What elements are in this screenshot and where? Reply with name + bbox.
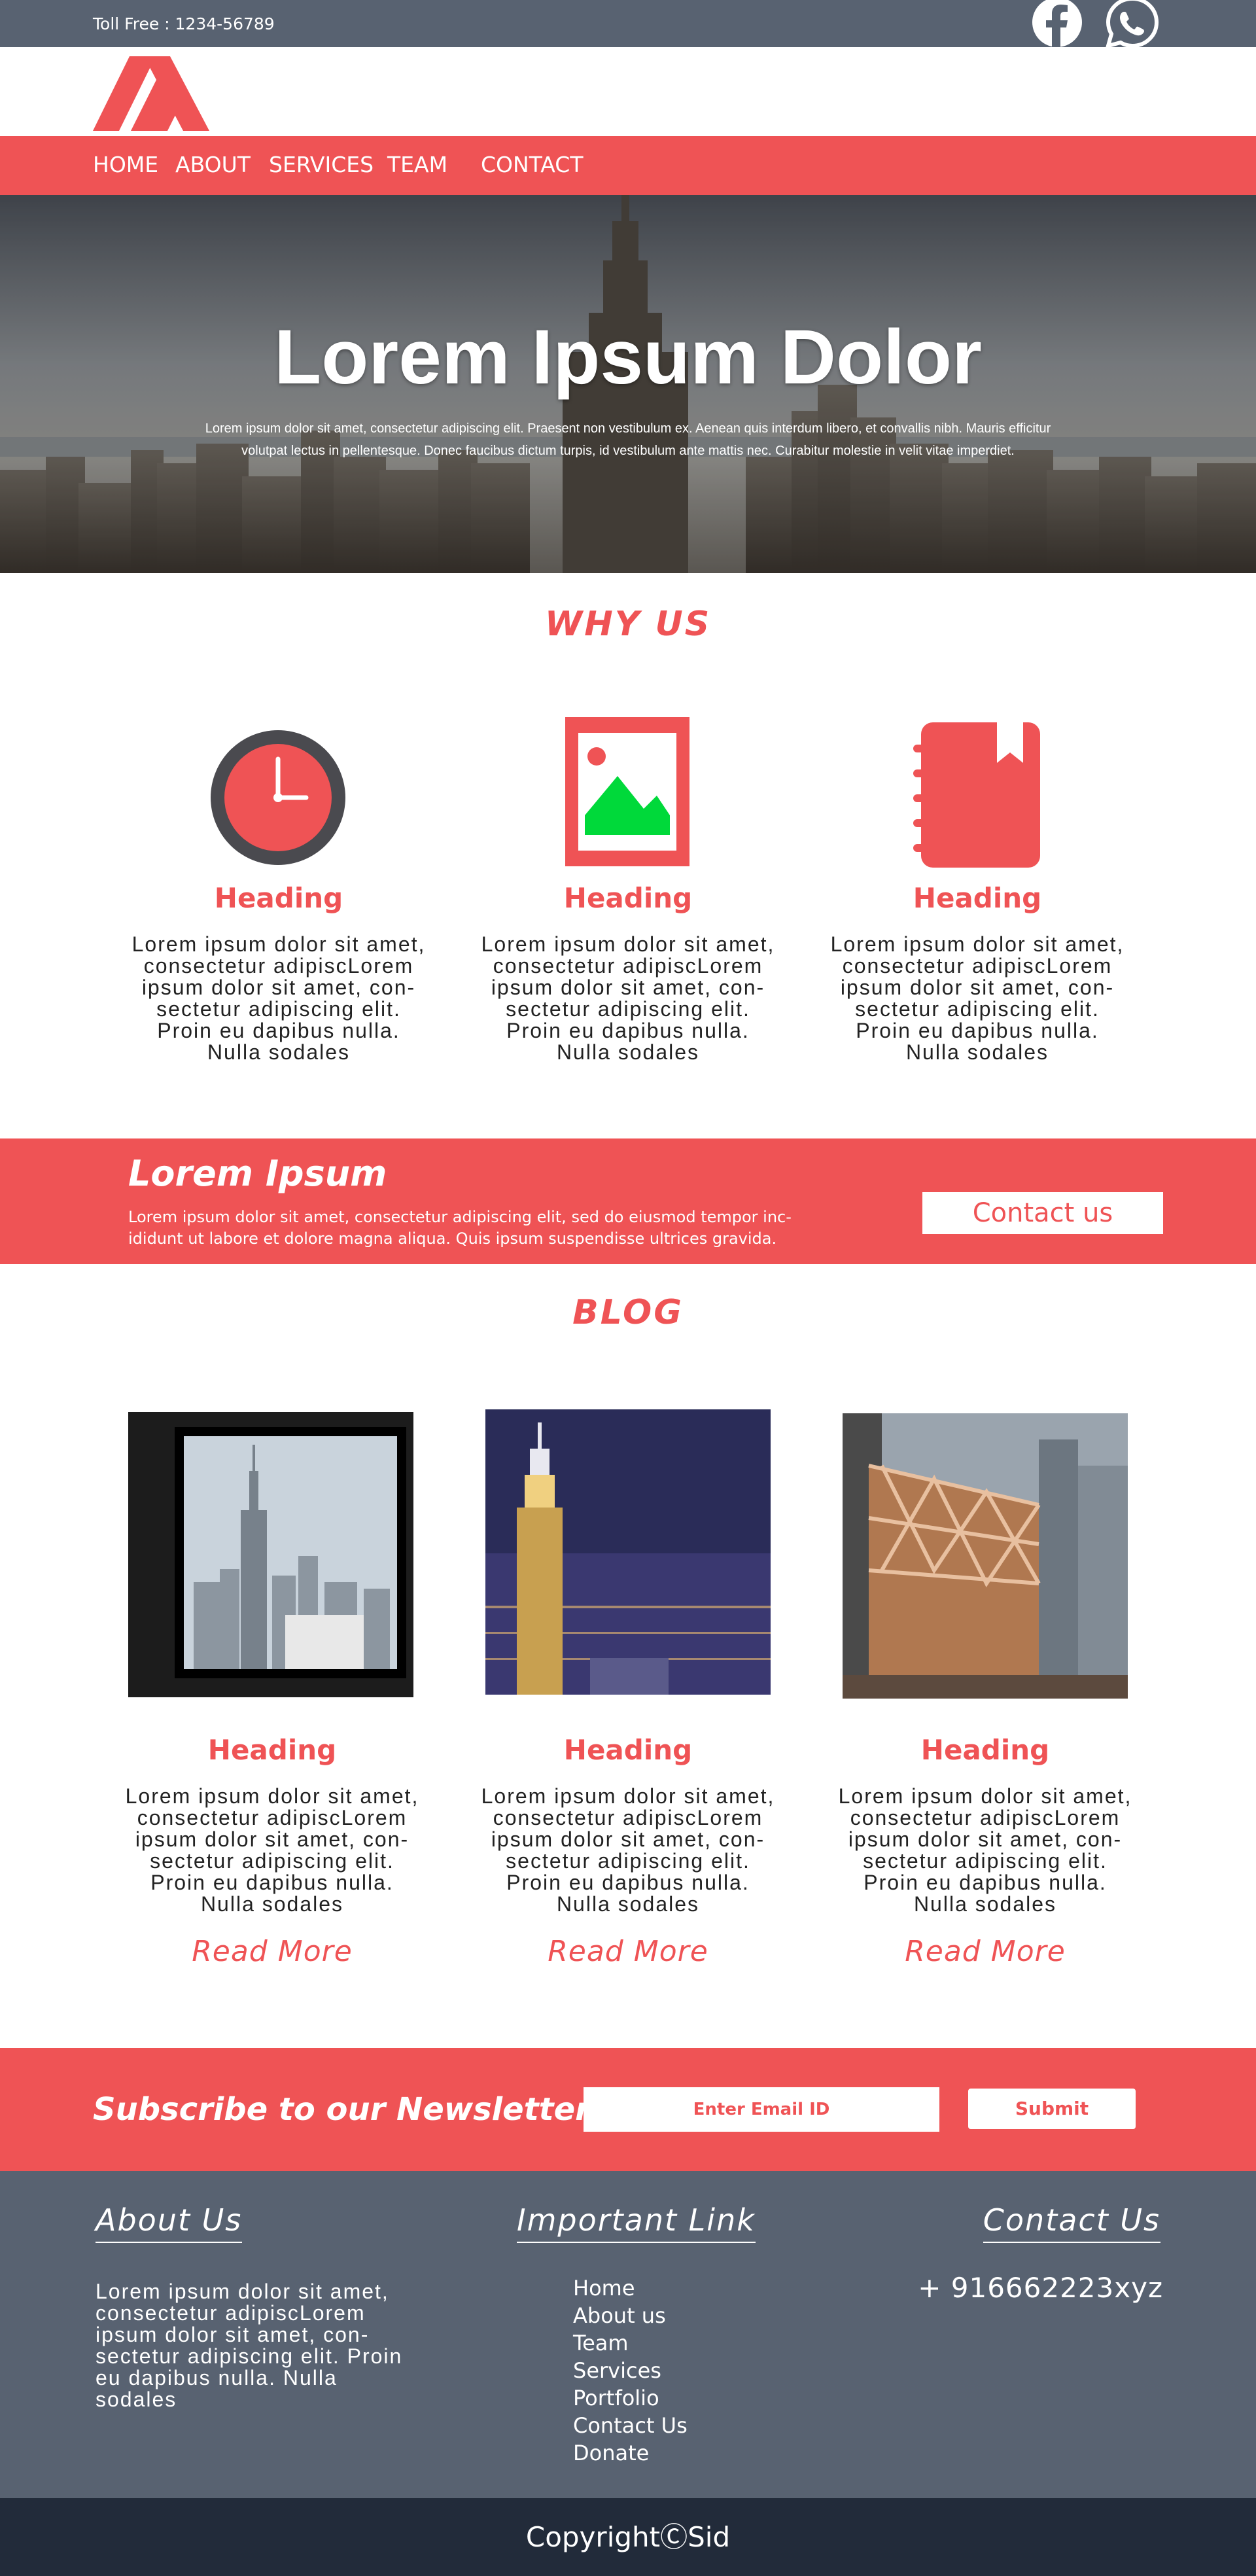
- why-us-item: Heading Lorem ipsum dolor sit amet, cons…: [478, 882, 778, 1063]
- blog-post: Heading Lorem ipsum dolor sit amet, cons…: [835, 1734, 1136, 1968]
- blog-post: Heading Lorem ipsum dolor sit amet, cons…: [122, 1734, 423, 1968]
- nav-about[interactable]: ABOUT: [175, 152, 251, 177]
- why-us-text: Lorem ipsum dolor sit amet, consectetur …: [481, 932, 775, 1064]
- footer-link-donate[interactable]: Donate: [573, 2439, 688, 2467]
- why-us-item: Heading Lorem ipsum dolor sit amet, cons…: [827, 882, 1128, 1063]
- footer-links-title: Important Link: [517, 2202, 756, 2243]
- newsletter-title: Subscribe to our Newsletter: [93, 2091, 591, 2128]
- logo[interactable]: [93, 54, 209, 131]
- blog-image-window-view[interactable]: [128, 1412, 413, 1697]
- blog-text: Lorem ipsum dolor sit amet, consectetur …: [125, 1784, 419, 1916]
- blog-heading: Heading: [920, 1734, 1050, 1766]
- newsletter-band: Subscribe to our Newsletter Submit: [0, 2048, 1256, 2171]
- footer-link-services[interactable]: Services: [573, 2357, 688, 2384]
- blog-text: Lorem ipsum dolor sit amet, consectetur …: [481, 1784, 775, 1916]
- hero-banner: Lorem Ipsum Dolor Lorem ipsum dolor sit …: [0, 195, 1256, 573]
- main-nav: HOME ABOUT SERVICES TEAM CONTACT: [0, 136, 1256, 195]
- email-input[interactable]: [584, 2087, 939, 2132]
- read-more-link[interactable]: Read More: [478, 1935, 778, 1968]
- logo-row: [0, 47, 1256, 136]
- footer-link-contact[interactable]: Contact Us: [573, 2412, 688, 2439]
- clock-icon: [211, 730, 345, 865]
- nav-home[interactable]: HOME: [93, 152, 158, 177]
- blog-post: Heading Lorem ipsum dolor sit amet, cons…: [478, 1734, 778, 1968]
- read-more-link[interactable]: Read More: [835, 1935, 1136, 1968]
- whatsapp-icon[interactable]: [1106, 0, 1159, 47]
- submit-button[interactable]: Submit: [968, 2089, 1136, 2129]
- cta-title: Lorem Ipsum: [128, 1153, 387, 1194]
- footer-about-text: Lorem ipsum dolor sit amet, consectetur …: [96, 2280, 403, 2411]
- notebook-icon: [913, 722, 1040, 868]
- read-more-link[interactable]: Read More: [122, 1935, 423, 1968]
- why-us-text: Lorem ipsum dolor sit amet, consectetur …: [131, 932, 426, 1064]
- blog-image-night-city[interactable]: [485, 1409, 771, 1695]
- blog-text: Lorem ipsum dolor sit amet, consectetur …: [838, 1784, 1132, 1916]
- footer-links-list: Home About us Team Services Portfolio Co…: [573, 2274, 688, 2467]
- facebook-icon[interactable]: [1030, 0, 1084, 47]
- nav-team[interactable]: TEAM: [387, 152, 447, 177]
- cta-band: Lorem Ipsum Lorem ipsum dolor sit amet, …: [0, 1138, 1256, 1264]
- footer-link-about[interactable]: About us: [573, 2302, 688, 2329]
- footer-phone: + 916662223xyz: [918, 2272, 1163, 2304]
- image-icon: [565, 717, 689, 866]
- contact-us-button[interactable]: Contact us: [922, 1192, 1163, 1234]
- hero-text: Lorem ipsum dolor sit amet, consectetur …: [205, 421, 1051, 458]
- footer-link-team[interactable]: Team: [573, 2329, 688, 2357]
- top-bar: Toll Free : 1234-56789: [0, 0, 1256, 47]
- why-us-heading: Heading: [214, 882, 343, 914]
- blog-heading: Heading: [563, 1734, 693, 1766]
- hero-title: Lorem Ipsum Dolor: [274, 314, 982, 400]
- footer-link-portfolio[interactable]: Portfolio: [573, 2384, 688, 2412]
- nav-contact[interactable]: CONTACT: [481, 152, 584, 177]
- nav-services[interactable]: SERVICES: [269, 152, 374, 177]
- why-us-heading: Heading: [563, 882, 693, 914]
- footer: About Us Lorem ipsum dolor sit amet, con…: [0, 2171, 1256, 2498]
- blog-image-bridge[interactable]: [843, 1413, 1128, 1699]
- toll-free-text: Toll Free : 1234-56789: [93, 14, 275, 33]
- why-us-item: Heading Lorem ipsum dolor sit amet, cons…: [128, 882, 429, 1063]
- copyright-bar: CopyrightⒸSid: [0, 2498, 1256, 2576]
- why-us-heading: Heading: [913, 882, 1042, 914]
- blog-title: BLOG: [572, 1293, 684, 1332]
- footer-about-title: About Us: [96, 2202, 243, 2243]
- footer-contact-title: Contact Us: [983, 2202, 1160, 2243]
- why-us-title: WHY US: [544, 605, 712, 644]
- blog-heading: Heading: [207, 1734, 337, 1766]
- cta-text: Lorem ipsum dolor sit amet, consectetur …: [128, 1208, 792, 1248]
- why-us-text: Lorem ipsum dolor sit amet, consectetur …: [830, 932, 1125, 1064]
- footer-link-home[interactable]: Home: [573, 2274, 688, 2302]
